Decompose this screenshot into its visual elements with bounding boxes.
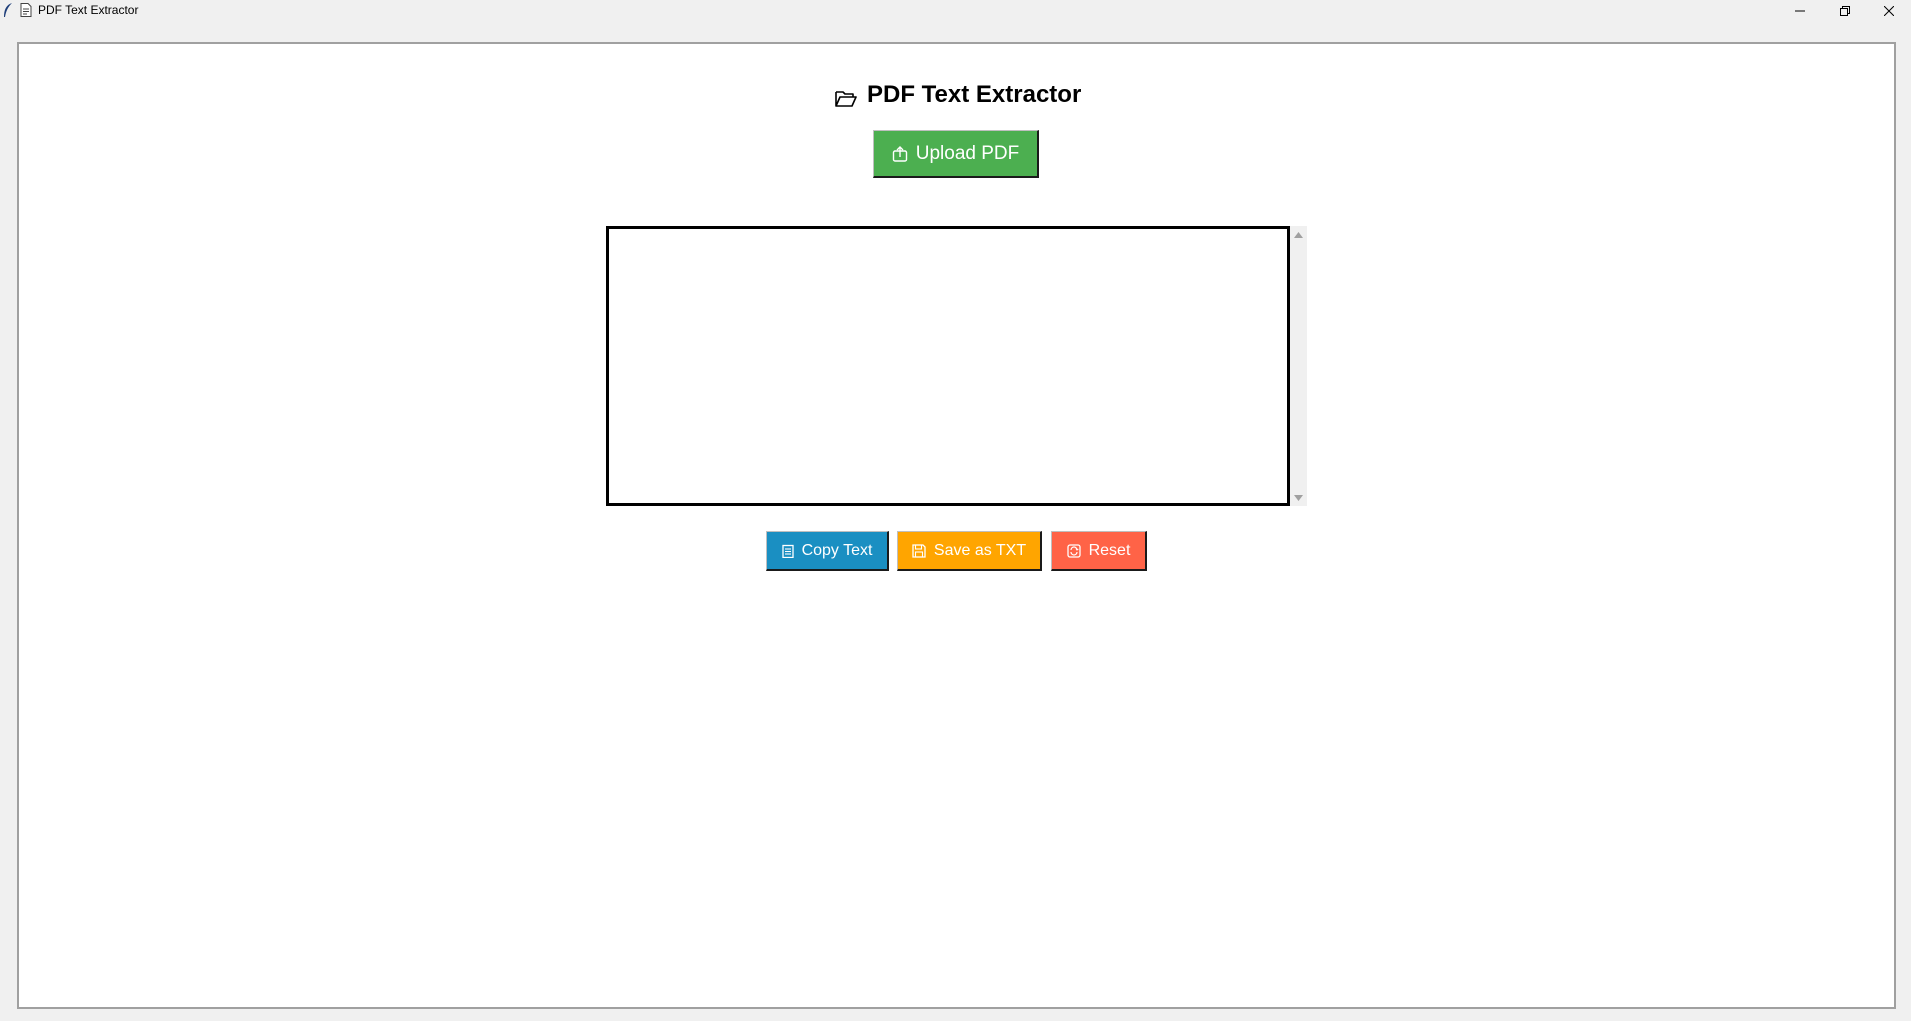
- save-as-txt-label: Save as TXT: [933, 541, 1027, 559]
- upload-pdf-label: Upload PDF: [915, 142, 1020, 164]
- reset-button[interactable]: Reset: [1051, 531, 1147, 571]
- page-heading: PDF Text Extractor: [835, 80, 1081, 110]
- open-folder-icon: [835, 90, 857, 107]
- text-area-scrollbar[interactable]: [1290, 226, 1307, 506]
- floppy-disk-icon: [912, 543, 926, 558]
- minimize-button[interactable]: [1778, 0, 1822, 21]
- scroll-up-button[interactable]: [1290, 226, 1307, 243]
- scroll-up-arrow-icon: [1294, 231, 1303, 238]
- window-title: PDF Text Extractor: [38, 3, 139, 17]
- extracted-text-field[interactable]: [609, 229, 1287, 503]
- extracted-text-area[interactable]: [606, 226, 1290, 506]
- upload-pdf-button[interactable]: Upload PDF: [873, 130, 1039, 178]
- minimize-icon: [1795, 10, 1805, 11]
- feather-icon: [4, 3, 12, 17]
- restore-icon: [1840, 5, 1850, 16]
- close-icon: [1884, 5, 1894, 16]
- clipboard-icon: [781, 544, 794, 558]
- scroll-down-arrow-icon: [1294, 494, 1303, 501]
- document-icon: [20, 3, 32, 17]
- save-as-txt-button[interactable]: Save as TXT: [897, 531, 1042, 571]
- scroll-down-button[interactable]: [1290, 489, 1307, 506]
- reset-label: Reset: [1088, 541, 1131, 559]
- upload-icon: [892, 145, 907, 162]
- restore-button[interactable]: [1823, 0, 1867, 21]
- main-frame: [17, 42, 1896, 1009]
- reset-icon: [1066, 543, 1081, 558]
- copy-text-label: Copy Text: [801, 541, 873, 559]
- close-button[interactable]: [1867, 0, 1911, 21]
- window-titlebar: PDF Text Extractor: [0, 0, 1911, 21]
- copy-text-button[interactable]: Copy Text: [766, 531, 889, 571]
- page-title: PDF Text Extractor: [867, 81, 1082, 108]
